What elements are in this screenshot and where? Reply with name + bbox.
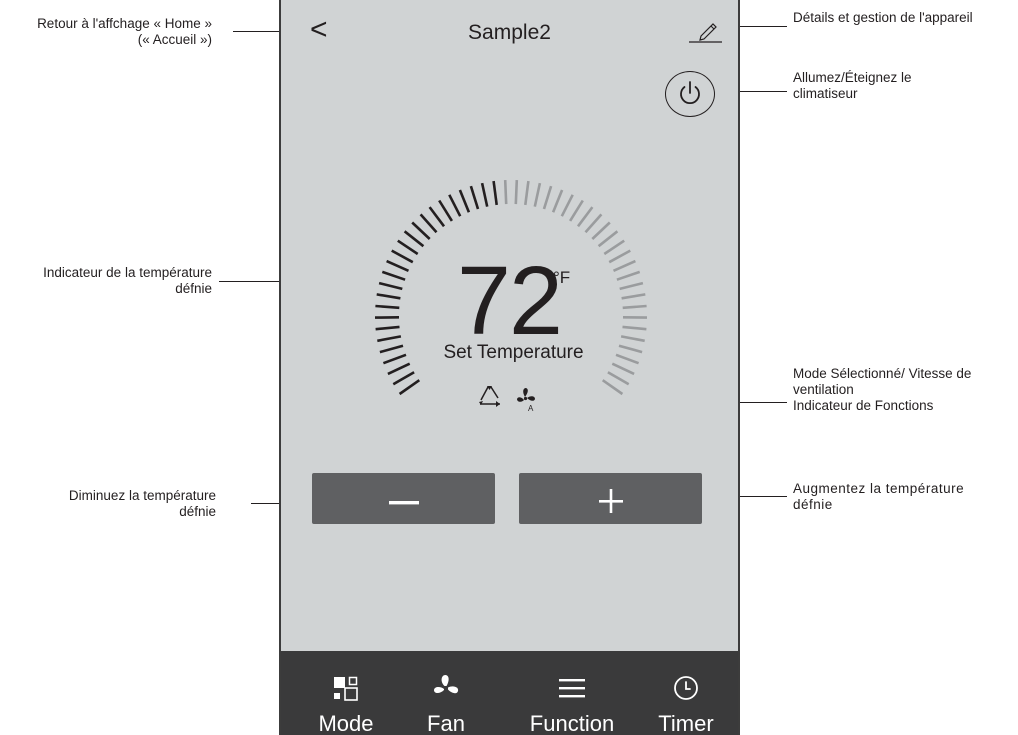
annotation-details-leader (732, 26, 787, 27)
dial-tick (448, 194, 462, 217)
dial-tick (398, 379, 421, 396)
dial-tick (597, 230, 619, 248)
decrease-temperature-button[interactable] (312, 473, 495, 524)
plus-icon (599, 489, 623, 513)
dial-tick (469, 185, 480, 210)
dial-tick (612, 259, 636, 272)
annotation-mode-line3: Indicateur de Fonctions (793, 398, 934, 413)
annotation-back-line2: (« Accueil ») (137, 32, 212, 47)
dial-tick (622, 325, 647, 331)
dial-tick (503, 180, 508, 205)
annotation-power: Allumez/Éteignez le climatiseur (793, 70, 912, 102)
dial-tick (392, 371, 415, 386)
dial-tick (608, 249, 631, 264)
dial-tick (387, 362, 411, 376)
dial-tick (560, 194, 574, 217)
dial-tick (591, 221, 611, 240)
dial-tick (378, 281, 403, 291)
dial-tick (620, 335, 645, 343)
dial-tick (568, 199, 584, 222)
dial-tick (438, 199, 454, 222)
phone-screen: < Sample2 72 °F Set Temperature A Mode F… (279, 0, 740, 735)
temperature-label: Set Temperature (443, 342, 584, 363)
annotation-details: Détails et gestion de l'appareil (793, 10, 973, 25)
tab-fan-label: Fan (427, 711, 465, 735)
annotation-decrease: Diminuez la température défnie (0, 488, 216, 520)
fan-icon (434, 675, 459, 694)
tab-timer[interactable]: Timer (641, 651, 731, 735)
annotation-increase: Augmentez la température défnie (793, 481, 964, 513)
dial-tick (621, 293, 646, 300)
bottom-tab-bar: Mode Fan Function Timer (281, 651, 738, 735)
annotation-increase-line1: Augmentez la température (793, 481, 965, 496)
dial-tick (419, 213, 438, 234)
dial-tick (386, 259, 410, 272)
annotation-increase-line2: défnie (793, 497, 833, 512)
annotation-back-line1: Retour à l'affchage « Home » (37, 16, 212, 31)
dial-tick (381, 270, 406, 281)
annotation-temp-line1: Indicateur de la température (43, 265, 212, 280)
dial-tick (622, 304, 647, 310)
clock-icon (674, 676, 698, 700)
annotation-decrease-line2: défnie (179, 504, 216, 519)
annotation-temp-indicator: Indicateur de la température défnie (0, 265, 212, 297)
tab-fan[interactable]: Fan (403, 651, 489, 735)
dial-tick (607, 371, 630, 386)
dial-tick (542, 185, 553, 210)
menu-icon (559, 679, 585, 698)
dial-tick (616, 270, 641, 281)
annotation-power-line1: Allumez/Éteignez le (793, 70, 912, 85)
annotation-mode-line1: Mode Sélectionné/ Vitesse de (793, 366, 972, 381)
svg-text:A: A (528, 404, 534, 412)
annotation-mode-line2: ventilation (793, 382, 854, 397)
temperature-unit: °F (553, 268, 571, 287)
dial-tick (524, 180, 530, 206)
dial-tick (375, 304, 400, 310)
mode-icon (334, 676, 358, 701)
annotation-decrease-line1: Diminuez la température (68, 488, 216, 503)
dial-tick (551, 189, 564, 213)
dial-tick (375, 325, 400, 331)
dial-tick (514, 180, 519, 205)
annotation-back: Retour à l'affchage « Home » (« Accueil … (0, 16, 212, 48)
annotation-power-line2: climatiseur (793, 86, 858, 101)
increase-temperature-button[interactable] (519, 473, 702, 524)
dial-tick (611, 362, 635, 376)
dial-tick (492, 180, 498, 206)
fan-auto-icon: A (517, 388, 535, 412)
dial-tick (584, 213, 603, 234)
recycle-triangle-icon (479, 386, 500, 407)
dial-tick (480, 182, 489, 207)
dial-tick (411, 221, 431, 240)
dial-tick (619, 281, 644, 291)
dial-tick (391, 249, 414, 264)
minus-icon (389, 501, 419, 505)
dial-tick (397, 239, 419, 256)
dial-tick (603, 239, 625, 256)
dial-tick (458, 189, 471, 213)
tab-mode[interactable]: Mode (303, 651, 389, 735)
dial-tick (533, 182, 542, 207)
tab-function[interactable]: Function (517, 651, 627, 735)
dial-tick (376, 293, 401, 300)
temperature-dial (374, 180, 648, 396)
annotation-back-leader (233, 31, 283, 32)
annotation-mode-indicator: Mode Sélectionné/ Vitesse de ventilation… (793, 366, 971, 414)
tab-function-label: Function (529, 711, 615, 735)
tab-timer-label: Timer (658, 711, 714, 735)
dial-tick (403, 230, 425, 248)
temperature-value: 72 (457, 246, 563, 355)
dial-tick (377, 335, 402, 343)
dial-tick (576, 206, 594, 228)
dial-tick (428, 206, 446, 228)
dial-tick (601, 379, 624, 396)
tab-mode-label: Mode (318, 711, 374, 735)
annotation-temp-line2: défnie (175, 281, 212, 296)
